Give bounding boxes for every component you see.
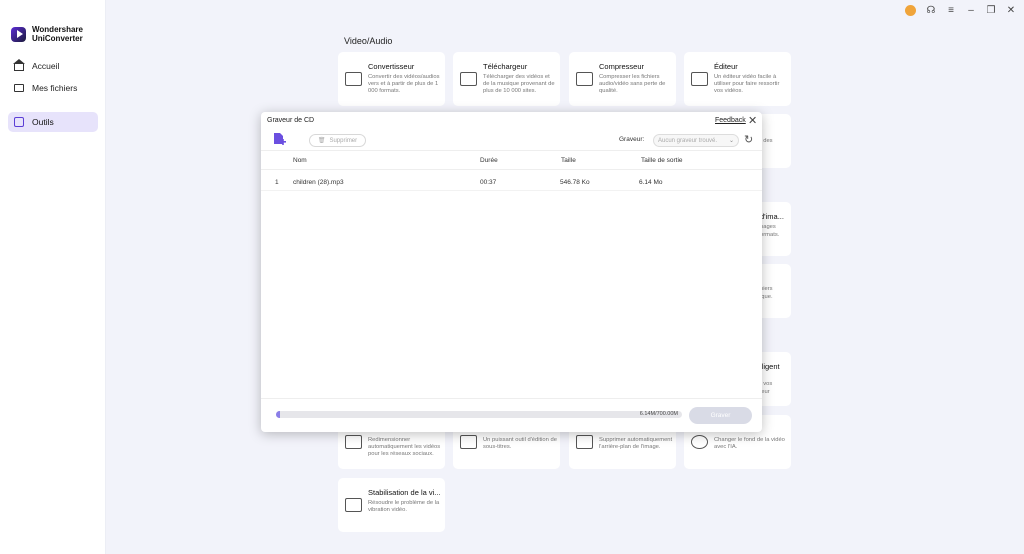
app-logo-icon — [11, 26, 26, 42]
tool-card-stabilisation[interactable]: Stabilisation de la vi... Résoudre le pr… — [338, 478, 445, 532]
row-duration: 00:37 — [480, 179, 497, 186]
sidebar-item-label: Accueil — [32, 61, 60, 71]
sidebar-item-accueil[interactable]: Accueil — [8, 56, 98, 76]
window-controls: ☊ ≡ – ❐ ✕ — [905, 5, 1016, 16]
burn-button[interactable]: Graver — [689, 407, 752, 424]
app-name-line1: Wondershare — [32, 25, 83, 34]
burner-label: Graveur: — [619, 136, 645, 143]
download-icon — [460, 72, 477, 86]
card-title: Éditeur — [714, 62, 738, 71]
card-title: Stabilisation de la vi... — [368, 488, 441, 497]
app-name-line2: UniConverter — [32, 34, 83, 43]
card-desc: Compresser les fichiers audio/vidéo sans… — [599, 74, 666, 95]
app-name: Wondershare UniConverter — [32, 25, 83, 43]
table-header: Nom Durée Taille Taille de sortie — [261, 150, 762, 170]
column-name: Nom — [293, 157, 307, 164]
progress-fill — [276, 411, 281, 418]
sidebar-item-label: Outils — [32, 117, 54, 127]
card-desc: Un éditeur vidéo facile à utiliser pour … — [714, 74, 780, 95]
row-index: 1 — [275, 179, 279, 186]
close-window-button[interactable]: ✕ — [1006, 5, 1016, 16]
section-title: Video/Audio — [344, 36, 393, 46]
tool-card-convertisseur[interactable]: Convertisseur Convertir des vidéos/audio… — [338, 52, 445, 106]
close-icon[interactable]: ✕ — [748, 114, 757, 127]
progress-text: 6.14M/700.00M — [639, 411, 678, 417]
maximize-button[interactable]: ❐ — [986, 5, 996, 16]
card-title: Téléchargeur — [483, 62, 528, 71]
column-output-size: Taille de sortie — [641, 157, 683, 164]
support-icon[interactable]: ☊ — [926, 5, 936, 16]
card-desc-partial: ique. — [760, 294, 773, 300]
compress-icon — [576, 72, 593, 86]
card-desc-partial: nages — [760, 224, 776, 230]
converter-icon — [345, 72, 362, 86]
sidebar: Wondershare UniConverter Accueil Mes fic… — [0, 0, 106, 554]
tools-icon — [14, 117, 24, 127]
card-desc-partial: leur — [760, 389, 770, 395]
tool-card-compresseur[interactable]: Compresseur Compresser les fichiers audi… — [569, 52, 676, 106]
column-duration: Durée — [480, 157, 498, 164]
delete-label: Supprimer — [329, 137, 358, 144]
card-title-partial: lligent — [760, 362, 780, 371]
cd-burner-dialog: Graveur de CD Feedback ✕ 🗑 Supprimer Gra… — [261, 112, 762, 432]
menu-icon[interactable]: ≡ — [946, 5, 956, 16]
burner-select-value: Aucun graveur trouvé. — [658, 137, 718, 144]
home-icon — [13, 59, 25, 71]
card-desc: Un puissant outil d'édition de sous-titr… — [483, 437, 557, 451]
avatar[interactable] — [905, 5, 916, 16]
delete-button[interactable]: 🗑 Supprimer — [309, 134, 366, 147]
dialog-footer-divider — [261, 398, 762, 399]
refresh-icon[interactable]: ↻ — [744, 133, 753, 146]
card-desc: Résoudre le problème de la vibration vid… — [368, 500, 440, 514]
card-desc: Changer le fond de la vidéo avec l'IA. — [714, 437, 785, 451]
card-desc: Convertir des vidéos/audios vers et à pa… — [368, 74, 440, 95]
card-desc-partial: t vos — [760, 381, 773, 387]
image-background-icon — [576, 435, 593, 449]
editor-icon — [691, 72, 708, 86]
card-desc-partial: hiers — [760, 286, 773, 292]
stabilization-icon — [345, 498, 362, 512]
burner-select[interactable]: Aucun graveur trouvé. ⌄ — [653, 134, 739, 147]
tool-card-telechargeur[interactable]: Téléchargeur Télécharger des vidéos et d… — [453, 52, 560, 106]
card-desc-partial: ormats. — [760, 232, 780, 238]
card-desc: Supprimer automatiquement l'arrière-plan… — [599, 437, 673, 451]
row-name: children (28).mp3 — [293, 179, 344, 186]
feedback-link[interactable]: Feedback — [715, 117, 746, 124]
sidebar-item-mes-fichiers[interactable]: Mes fichiers — [8, 78, 98, 98]
sidebar-item-label: Mes fichiers — [32, 83, 78, 93]
row-output-size: 6.14 Mo — [639, 179, 663, 186]
table-row[interactable]: 1 children (28).mp3 00:37 546.78 Ko 6.14… — [261, 173, 762, 191]
ai-background-icon — [691, 435, 708, 449]
card-desc-partial: t des — [760, 138, 773, 144]
trash-icon: 🗑 — [317, 138, 326, 144]
card-desc: Télécharger des vidéos et de la musique … — [483, 74, 555, 95]
column-size: Taille — [561, 157, 576, 164]
card-title: Compresseur — [599, 62, 645, 71]
card-title: Convertisseur — [368, 62, 415, 71]
resize-icon — [345, 435, 362, 449]
card-title-partial: d'ima... — [760, 212, 784, 221]
tool-card-editeur[interactable]: Éditeur Un éditeur vidéo facile à utilis… — [684, 52, 791, 106]
brand: Wondershare UniConverter — [11, 25, 83, 43]
folder-icon — [14, 84, 24, 92]
chevron-down-icon: ⌄ — [728, 138, 734, 144]
capacity-progress-bar: 6.14M/700.00M — [276, 411, 682, 418]
card-desc: Redimensionner automatiquement les vidéo… — [368, 437, 441, 458]
minimize-button[interactable]: – — [966, 5, 976, 16]
sidebar-item-outils[interactable]: Outils — [8, 112, 98, 132]
add-file-icon[interactable] — [272, 132, 286, 147]
row-size: 546.78 Ko — [560, 179, 590, 186]
dialog-title: Graveur de CD — [267, 117, 315, 124]
subtitle-icon — [460, 435, 477, 449]
